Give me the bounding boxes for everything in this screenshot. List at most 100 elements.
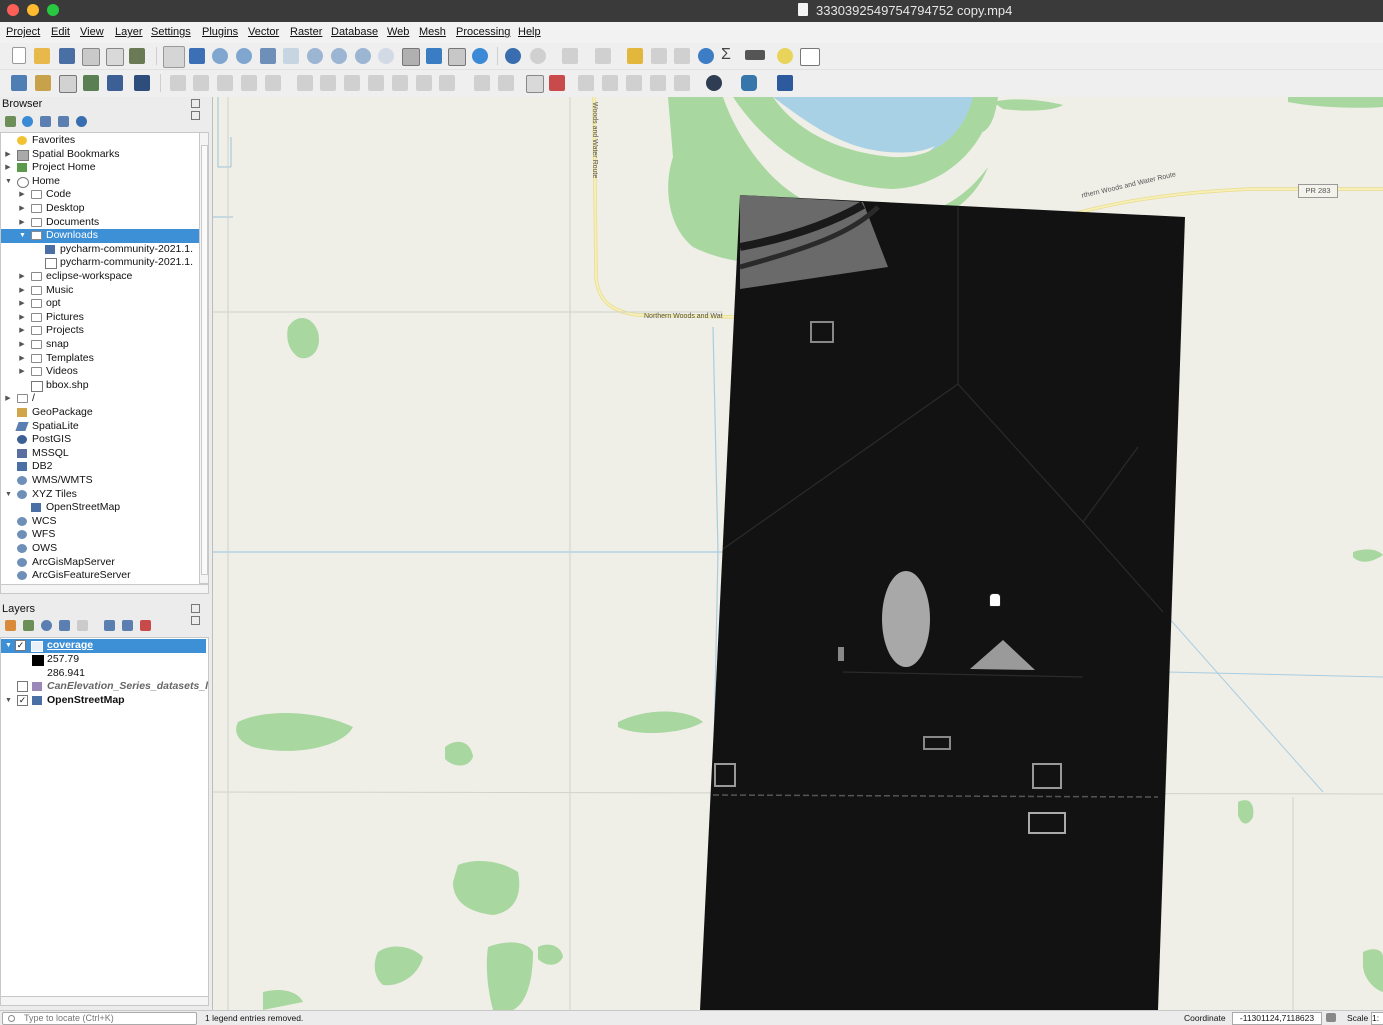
layer-labeling-icon[interactable]	[526, 75, 544, 93]
new-project-icon[interactable]	[12, 47, 26, 64]
redo-icon[interactable]	[439, 75, 455, 91]
expand-arrow-icon[interactable]: ▶	[19, 188, 25, 202]
add-group-icon[interactable]	[23, 620, 34, 631]
layer-elevation[interactable]: CanElevation_Series_datasets_l	[1, 680, 208, 694]
virtual-layer-icon[interactable]	[134, 75, 150, 91]
show-hide-labels-icon[interactable]	[602, 75, 618, 91]
collapse-arrow-icon[interactable]: ▼	[5, 175, 12, 189]
zoom-layer-icon[interactable]	[307, 48, 323, 64]
pan-map-icon[interactable]	[163, 46, 185, 68]
statistical-summary-icon[interactable]: Σ	[721, 47, 737, 63]
browser-item-xyz-tiles[interactable]: ▼ XYZ Tiles	[1, 488, 200, 502]
browser-item-projects[interactable]: ▶ Projects	[1, 324, 200, 338]
browser-item-code[interactable]: ▶ Code	[1, 188, 200, 202]
pan-to-selection-icon[interactable]	[189, 48, 205, 64]
expand-all-icon[interactable]	[104, 620, 115, 631]
toggle-extents-icon[interactable]	[1326, 1013, 1336, 1022]
menu-vector[interactable]: Vector	[248, 26, 279, 38]
layers-horizontal-scrollbar[interactable]	[0, 996, 209, 1006]
menu-mesh[interactable]: Mesh	[419, 26, 446, 38]
cut-features-icon[interactable]	[344, 75, 360, 91]
label-toolbar-icon[interactable]	[474, 75, 490, 91]
browser-panel-controls[interactable]	[190, 99, 208, 120]
menu-web[interactable]: Web	[387, 26, 409, 38]
browser-item-spatial-bookmarks[interactable]: ▶ Spatial Bookmarks	[1, 148, 200, 162]
expand-arrow-icon[interactable]: ▶	[19, 352, 25, 366]
browser-item-project-home[interactable]: ▶ Project Home	[1, 161, 200, 175]
new-print-layout-icon[interactable]	[82, 48, 100, 66]
style-panel-icon[interactable]	[5, 620, 16, 631]
undo-icon[interactable]	[416, 75, 432, 91]
remove-layer-icon[interactable]	[140, 620, 151, 631]
rotate-label-icon[interactable]	[650, 75, 666, 91]
zoom-native-icon[interactable]	[331, 48, 347, 64]
expand-arrow-icon[interactable]: ▶	[19, 202, 25, 216]
browser-item-spatialite[interactable]: SpatiaLite	[1, 420, 200, 434]
measure-line-icon[interactable]	[745, 50, 765, 60]
expand-arrow-icon[interactable]: ▶	[19, 284, 25, 298]
layer-coverage-checkbox[interactable]: ✓	[15, 640, 26, 651]
browser-item-postgis[interactable]: PostGIS	[1, 433, 200, 447]
menu-processing[interactable]: Processing	[456, 26, 510, 38]
expand-arrow-icon[interactable]: ▶	[5, 148, 11, 162]
scale-field[interactable]: 1:	[1371, 1012, 1383, 1025]
processing-toolbox-icon[interactable]	[698, 48, 714, 64]
text-annotation-icon[interactable]	[800, 48, 820, 66]
attribute-table-icon[interactable]	[651, 48, 667, 64]
menu-database[interactable]: Database	[331, 26, 378, 38]
browser-item-templates[interactable]: ▶ Templates	[1, 352, 200, 366]
toggle-editing-icon[interactable]	[193, 75, 209, 91]
filter-legend-icon[interactable]	[59, 620, 70, 631]
refresh-icon[interactable]	[472, 48, 488, 64]
properties-icon[interactable]	[76, 116, 87, 127]
globe-plugin-icon[interactable]	[706, 75, 722, 91]
save-edits-icon[interactable]	[217, 75, 233, 91]
filter-expression-icon[interactable]	[77, 620, 88, 631]
zoom-window-button[interactable]	[47, 4, 59, 16]
layout-manager-icon[interactable]	[106, 48, 124, 66]
expand-arrow-icon[interactable]: ▶	[19, 216, 25, 230]
expand-arrow-icon[interactable]: ▶	[19, 324, 25, 338]
zoom-last-icon[interactable]	[355, 48, 371, 64]
expand-arrow-icon[interactable]: ▶	[19, 270, 25, 284]
open-project-icon[interactable]	[34, 48, 50, 64]
digitize-icon[interactable]	[241, 75, 257, 91]
browser-vertical-scrollbar[interactable]	[199, 132, 209, 584]
current-edits-icon[interactable]	[170, 75, 186, 91]
layers-tree[interactable]: ▼ ✓ coverage 257.79 286.941 CanElevation…	[0, 637, 209, 997]
map-canvas[interactable]: Woods and Water Route Northern Woods and…	[213, 97, 1383, 1010]
menu-raster[interactable]: Raster	[290, 26, 322, 38]
add-raster-layer-icon[interactable]	[83, 75, 99, 91]
new-map-view-icon[interactable]	[402, 48, 420, 66]
browser-item-[interactable]: ▶ /	[1, 392, 200, 406]
python-console-icon[interactable]	[741, 75, 757, 91]
browser-horizontal-scrollbar[interactable]	[0, 584, 209, 594]
new-bookmark-icon[interactable]	[448, 48, 466, 66]
browser-item-favorites[interactable]: Favorites	[1, 134, 200, 148]
browser-item-desktop[interactable]: ▶ Desktop	[1, 202, 200, 216]
browser-item-wfs[interactable]: WFS	[1, 528, 200, 542]
expand-arrow-icon[interactable]: ▶	[19, 338, 25, 352]
browser-item-pycharm-community-2021-1[interactable]: pycharm-community-2021.1.	[1, 243, 200, 257]
zoom-selection-icon[interactable]	[283, 48, 299, 64]
browser-item-arcgismapserver[interactable]: ArcGisMapServer	[1, 556, 200, 570]
layers-panel-controls[interactable]	[190, 604, 208, 625]
expand-arrow-icon[interactable]: ▶	[19, 311, 25, 325]
browser-item-wms-wmts[interactable]: WMS/WMTS	[1, 474, 200, 488]
filter-browser-icon[interactable]	[40, 116, 51, 127]
identify-features-icon[interactable]	[505, 48, 521, 64]
menu-view[interactable]: View	[80, 26, 104, 38]
zoom-full-icon[interactable]	[260, 48, 276, 64]
browser-item-documents[interactable]: ▶ Documents	[1, 216, 200, 230]
locator-search-input[interactable]: Type to locate (Ctrl+K)	[2, 1012, 197, 1025]
menu-plugins[interactable]: Plugins	[202, 26, 238, 38]
browser-item-snap[interactable]: ▶ snap	[1, 338, 200, 352]
refresh-browser-icon[interactable]	[22, 116, 33, 127]
temporal-controller-icon[interactable]	[426, 48, 442, 64]
label-highlight-icon[interactable]	[549, 75, 565, 91]
layer-osm-checkbox[interactable]: ✓	[17, 695, 28, 706]
browser-item-openstreetmap[interactable]: OpenStreetMap	[1, 501, 200, 515]
menu-settings[interactable]: Settings	[151, 26, 191, 38]
select-features-icon[interactable]	[562, 48, 578, 64]
browser-item-home[interactable]: ▼ Home	[1, 175, 200, 189]
